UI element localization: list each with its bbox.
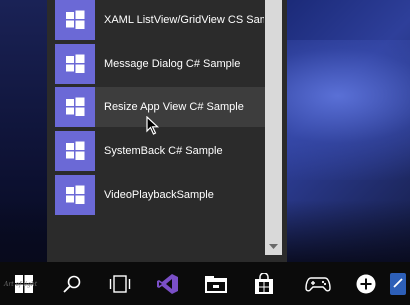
start-menu-app-list: XAML ListView/GridView CS Sample Message…	[47, 0, 287, 262]
file-explorer-button[interactable]	[192, 262, 240, 305]
file-explorer-icon	[205, 275, 227, 293]
add-circle-icon	[356, 274, 376, 293]
app-icon	[390, 272, 406, 295]
mouse-pointer-icon	[146, 116, 160, 135]
app-tile	[55, 0, 95, 40]
list-item-systemback[interactable]: SystemBack C# Sample	[55, 131, 267, 171]
taskbar	[0, 262, 410, 305]
list-item-resize-app-view[interactable]: Resize App View C# Sample	[55, 87, 267, 127]
windows-logo-icon	[66, 97, 85, 116]
app-tile	[55, 131, 95, 171]
scrollbar[interactable]	[265, 0, 282, 262]
task-view-button[interactable]	[96, 262, 144, 305]
app-name-label: VideoPlaybackSample	[104, 189, 214, 201]
store-button[interactable]	[240, 262, 288, 305]
list-item-videoplayback[interactable]: VideoPlaybackSample	[55, 175, 267, 215]
app-tile	[55, 175, 95, 215]
scrollbar-thumb[interactable]	[265, 0, 282, 238]
visual-studio-button[interactable]	[144, 262, 192, 305]
list-item-message-dialog[interactable]: Message Dialog C# Sample	[55, 44, 267, 84]
windows-logo-icon	[66, 54, 85, 73]
app-taskbar-button[interactable]	[390, 262, 410, 305]
app-tile	[55, 87, 95, 127]
xbox-button[interactable]	[294, 262, 342, 305]
app-name-label: Resize App View C# Sample	[104, 101, 244, 113]
search-icon	[63, 275, 81, 293]
xbox-controller-icon	[305, 276, 331, 291]
search-button[interactable]	[48, 262, 96, 305]
store-icon	[255, 272, 273, 294]
list-item-xaml-listview[interactable]: XAML ListView/GridView CS Sample	[55, 0, 267, 40]
windows-logo-icon	[66, 10, 85, 29]
add-app-button[interactable]	[342, 262, 390, 305]
app-name-label: XAML ListView/GridView CS Sample	[104, 14, 264, 26]
app-tile	[55, 44, 95, 84]
chevron-down-icon	[269, 243, 278, 249]
windows-logo-icon	[66, 185, 85, 204]
app-name-label: Message Dialog C# Sample	[104, 58, 241, 70]
visual-studio-icon	[157, 273, 178, 294]
watermark-logo: Art of light	[4, 281, 38, 288]
app-name-label: SystemBack C# Sample	[104, 145, 223, 157]
windows-logo-icon	[66, 141, 85, 160]
task-view-icon	[109, 274, 131, 293]
scroll-down-button[interactable]	[265, 238, 282, 255]
